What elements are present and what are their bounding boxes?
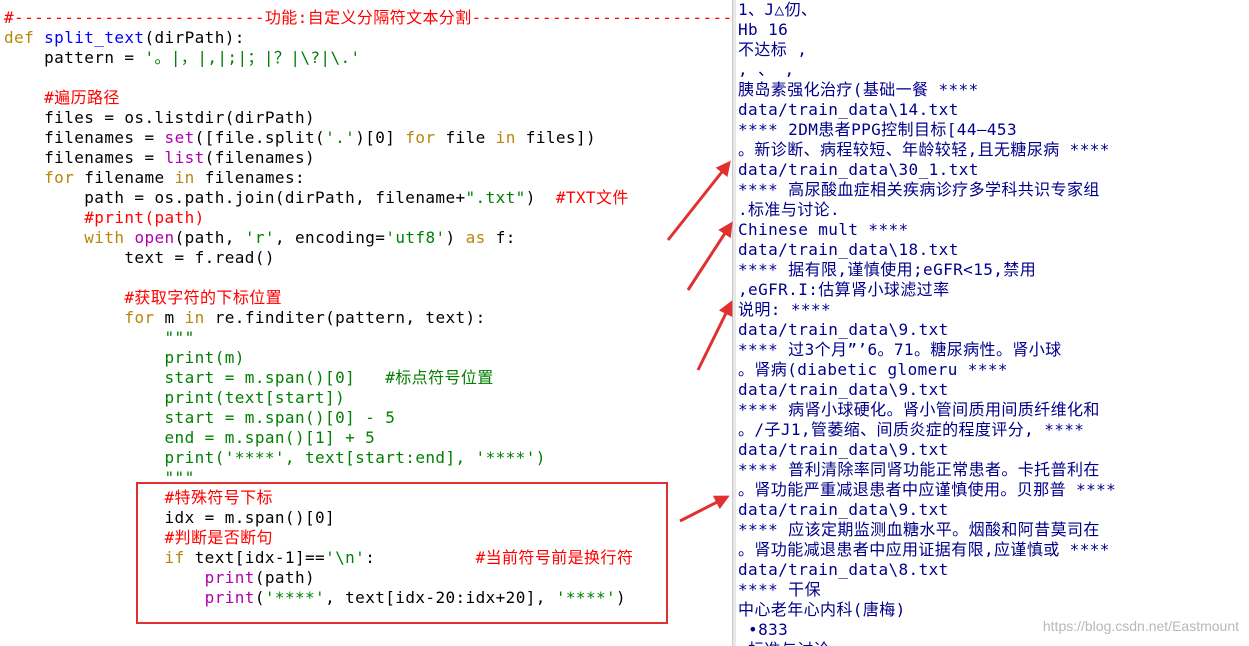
arrow-to-line-15 — [696, 300, 733, 371]
annotation-arrows — [666, 160, 733, 523]
arrow-from-highlight-box — [679, 495, 730, 523]
watermark-text: https://blog.csdn.net/Eastmount — [1042, 618, 1239, 634]
arrow-to-line-8 — [666, 160, 731, 241]
arrow-to-line-11 — [686, 221, 733, 291]
